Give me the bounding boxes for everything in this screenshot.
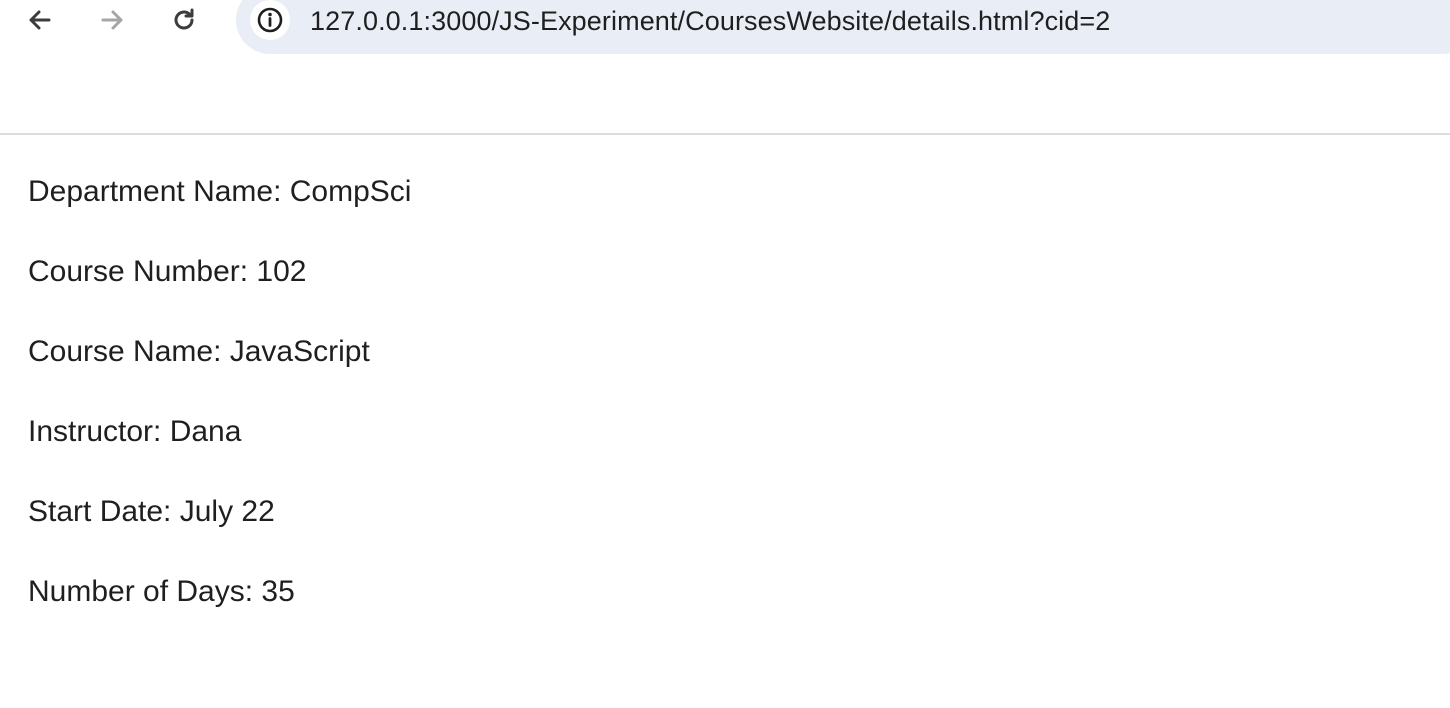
start-date: Start Date: July 22 [28,495,275,528]
back-button[interactable] [20,0,60,40]
number-of-days: Number of Days: 35 [28,575,295,608]
arrow-right-icon [101,10,123,30]
address-bar[interactable]: 127.0.0.1:3000/JS-Experiment/CoursesWebs… [236,0,1450,54]
url-text[interactable]: 127.0.0.1:3000/JS-Experiment/CoursesWebs… [310,6,1110,36]
site-info-button[interactable] [250,0,290,40]
info-icon [257,7,283,33]
course-details: Department Name: CompSci Course Number: … [28,172,411,652]
reload-icon [174,8,194,30]
arrow-left-icon [29,10,51,30]
browser-toolbar: 127.0.0.1:3000/JS-Experiment/CoursesWebs… [0,0,1450,56]
course-name: Course Name: JavaScript [28,335,370,368]
reload-button[interactable] [164,0,204,40]
page-divider [0,133,1450,135]
forward-button[interactable] [92,0,132,40]
course-number: Course Number: 102 [28,255,307,288]
instructor: Instructor: Dana [28,415,242,448]
department-name: Department Name: CompSci [28,175,412,208]
